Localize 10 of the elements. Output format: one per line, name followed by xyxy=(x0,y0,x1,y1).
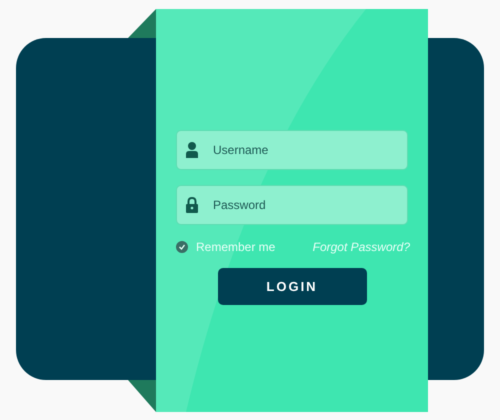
fold-shape xyxy=(128,9,156,38)
username-field[interactable]: Username xyxy=(176,130,408,170)
password-field[interactable]: Password xyxy=(176,185,408,225)
login-button[interactable]: LOGIN xyxy=(218,268,366,305)
check-icon xyxy=(179,244,185,250)
fold-shape xyxy=(128,380,156,412)
remember-checkbox[interactable] xyxy=(176,241,188,253)
user-icon xyxy=(186,142,198,158)
lock-icon xyxy=(186,197,198,213)
remember-label: Remember me xyxy=(196,239,276,256)
